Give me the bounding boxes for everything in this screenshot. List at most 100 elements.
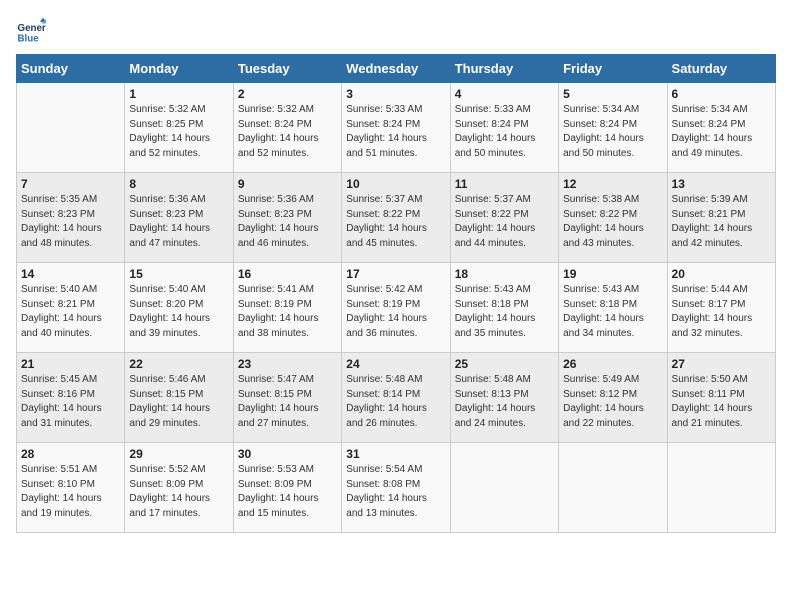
day-number: 11 [455, 177, 554, 191]
day-info: Sunrise: 5:36 AM Sunset: 8:23 PM Dayligh… [238, 193, 337, 251]
day-info: Sunrise: 5:37 AM Sunset: 8:22 PM Dayligh… [455, 193, 554, 251]
calendar-cell: 8 Sunrise: 5:36 AM Sunset: 8:23 PM Daylig… [125, 173, 233, 263]
day-info: Sunrise: 5:35 AM Sunset: 8:23 PM Dayligh… [21, 193, 120, 251]
day-info: Sunrise: 5:34 AM Sunset: 8:24 PM Dayligh… [672, 103, 771, 161]
day-info: Sunrise: 5:40 AM Sunset: 8:20 PM Dayligh… [129, 283, 228, 341]
day-number: 27 [672, 357, 771, 371]
day-info: Sunrise: 5:41 AM Sunset: 8:19 PM Dayligh… [238, 283, 337, 341]
calendar-cell: 21 Sunrise: 5:45 AM Sunset: 8:16 PM Dayli… [17, 353, 125, 443]
day-number: 6 [672, 87, 771, 101]
day-info: Sunrise: 5:47 AM Sunset: 8:15 PM Dayligh… [238, 373, 337, 431]
calendar-cell: 7 Sunrise: 5:35 AM Sunset: 8:23 PM Daylig… [17, 173, 125, 263]
day-info: Sunrise: 5:51 AM Sunset: 8:10 PM Dayligh… [21, 463, 120, 521]
calendar-cell [559, 443, 667, 533]
calendar-cell: 2Sunrise: 5:32 AM Sunset: 8:24 PM Daylig… [233, 83, 341, 173]
day-number: 19 [563, 267, 662, 281]
day-info: Sunrise: 5:50 AM Sunset: 8:11 PM Dayligh… [672, 373, 771, 431]
day-info: Sunrise: 5:46 AM Sunset: 8:15 PM Dayligh… [129, 373, 228, 431]
day-number: 5 [563, 87, 662, 101]
weekday-header: Monday [125, 55, 233, 83]
day-number: 17 [346, 267, 445, 281]
day-number: 8 [129, 177, 228, 191]
day-number: 12 [563, 177, 662, 191]
day-info: Sunrise: 5:39 AM Sunset: 8:21 PM Dayligh… [672, 193, 771, 251]
day-info: Sunrise: 5:43 AM Sunset: 8:18 PM Dayligh… [455, 283, 554, 341]
day-number: 22 [129, 357, 228, 371]
calendar-week-row: 14 Sunrise: 5:40 AM Sunset: 8:21 PM Dayli… [17, 263, 776, 353]
logo: General Blue [16, 16, 50, 46]
day-info: Sunrise: 5:48 AM Sunset: 8:13 PM Dayligh… [455, 373, 554, 431]
day-number: 20 [672, 267, 771, 281]
day-number: 31 [346, 447, 445, 461]
day-number: 23 [238, 357, 337, 371]
calendar-week-row: 28 Sunrise: 5:51 AM Sunset: 8:10 PM Dayli… [17, 443, 776, 533]
calendar-cell: 9Sunrise: 5:36 AM Sunset: 8:23 PM Daylig… [233, 173, 341, 263]
calendar-cell: 13Sunrise: 5:39 AM Sunset: 8:21 PM Dayli… [667, 173, 775, 263]
day-info: Sunrise: 5:37 AM Sunset: 8:22 PM Dayligh… [346, 193, 445, 251]
day-info: Sunrise: 5:36 AM Sunset: 8:23 PM Dayligh… [129, 193, 228, 251]
calendar-week-row: 1Sunrise: 5:32 AM Sunset: 8:25 PM Daylig… [17, 83, 776, 173]
day-info: Sunrise: 5:53 AM Sunset: 8:09 PM Dayligh… [238, 463, 337, 521]
calendar-cell: 16Sunrise: 5:41 AM Sunset: 8:19 PM Dayli… [233, 263, 341, 353]
calendar-cell: 6 Sunrise: 5:34 AM Sunset: 8:24 PM Daylig… [667, 83, 775, 173]
weekday-header: Friday [559, 55, 667, 83]
calendar-cell: 26 Sunrise: 5:49 AM Sunset: 8:12 PM Dayli… [559, 353, 667, 443]
day-info: Sunrise: 5:54 AM Sunset: 8:08 PM Dayligh… [346, 463, 445, 521]
day-info: Sunrise: 5:42 AM Sunset: 8:19 PM Dayligh… [346, 283, 445, 341]
calendar-week-row: 21 Sunrise: 5:45 AM Sunset: 8:16 PM Dayli… [17, 353, 776, 443]
day-number: 24 [346, 357, 445, 371]
svg-text:Blue: Blue [18, 34, 40, 45]
day-info: Sunrise: 5:38 AM Sunset: 8:22 PM Dayligh… [563, 193, 662, 251]
calendar-cell: 20 Sunrise: 5:44 AM Sunset: 8:17 PM Dayli… [667, 263, 775, 353]
calendar-cell [450, 443, 558, 533]
day-number: 26 [563, 357, 662, 371]
calendar-cell: 11 Sunrise: 5:37 AM Sunset: 8:22 PM Dayli… [450, 173, 558, 263]
calendar-cell: 23 Sunrise: 5:47 AM Sunset: 8:15 PM Dayli… [233, 353, 341, 443]
day-number: 10 [346, 177, 445, 191]
weekday-header: Wednesday [342, 55, 450, 83]
calendar-header: SundayMondayTuesdayWednesdayThursdayFrid… [17, 55, 776, 83]
weekday-header: Tuesday [233, 55, 341, 83]
day-info: Sunrise: 5:43 AM Sunset: 8:18 PM Dayligh… [563, 283, 662, 341]
day-info: Sunrise: 5:34 AM Sunset: 8:24 PM Dayligh… [563, 103, 662, 161]
weekday-header: Saturday [667, 55, 775, 83]
calendar-cell: 31 Sunrise: 5:54 AM Sunset: 8:08 PM Dayli… [342, 443, 450, 533]
day-number: 4 [455, 87, 554, 101]
calendar-cell: 3Sunrise: 5:33 AM Sunset: 8:24 PM Daylig… [342, 83, 450, 173]
day-number: 28 [21, 447, 120, 461]
day-number: 14 [21, 267, 120, 281]
svg-text:General: General [18, 23, 47, 34]
calendar-table: SundayMondayTuesdayWednesdayThursdayFrid… [16, 54, 776, 533]
calendar-cell: 10 Sunrise: 5:37 AM Sunset: 8:22 PM Dayli… [342, 173, 450, 263]
calendar-cell: 12 Sunrise: 5:38 AM Sunset: 8:22 PM Dayli… [559, 173, 667, 263]
calendar-cell: 29 Sunrise: 5:52 AM Sunset: 8:09 PM Dayli… [125, 443, 233, 533]
calendar-cell: 17 Sunrise: 5:42 AM Sunset: 8:19 PM Dayli… [342, 263, 450, 353]
day-number: 7 [21, 177, 120, 191]
day-info: Sunrise: 5:33 AM Sunset: 8:24 PM Dayligh… [346, 103, 445, 161]
header: General Blue [16, 16, 776, 46]
day-number: 25 [455, 357, 554, 371]
calendar-cell: 30 Sunrise: 5:53 AM Sunset: 8:09 PM Dayli… [233, 443, 341, 533]
calendar-cell: 19 Sunrise: 5:43 AM Sunset: 8:18 PM Dayli… [559, 263, 667, 353]
calendar-cell: 1Sunrise: 5:32 AM Sunset: 8:25 PM Daylig… [125, 83, 233, 173]
calendar-cell [667, 443, 775, 533]
calendar-cell: 18Sunrise: 5:43 AM Sunset: 8:18 PM Dayli… [450, 263, 558, 353]
day-number: 1 [129, 87, 228, 101]
calendar-cell: 28 Sunrise: 5:51 AM Sunset: 8:10 PM Dayli… [17, 443, 125, 533]
calendar-cell: 5 Sunrise: 5:34 AM Sunset: 8:24 PM Daylig… [559, 83, 667, 173]
day-info: Sunrise: 5:49 AM Sunset: 8:12 PM Dayligh… [563, 373, 662, 431]
day-number: 21 [21, 357, 120, 371]
day-number: 29 [129, 447, 228, 461]
day-info: Sunrise: 5:45 AM Sunset: 8:16 PM Dayligh… [21, 373, 120, 431]
day-info: Sunrise: 5:40 AM Sunset: 8:21 PM Dayligh… [21, 283, 120, 341]
calendar-cell: 25 Sunrise: 5:48 AM Sunset: 8:13 PM Dayli… [450, 353, 558, 443]
calendar-cell: 4 Sunrise: 5:33 AM Sunset: 8:24 PM Daylig… [450, 83, 558, 173]
calendar-week-row: 7 Sunrise: 5:35 AM Sunset: 8:23 PM Daylig… [17, 173, 776, 263]
day-info: Sunrise: 5:44 AM Sunset: 8:17 PM Dayligh… [672, 283, 771, 341]
day-number: 30 [238, 447, 337, 461]
day-info: Sunrise: 5:52 AM Sunset: 8:09 PM Dayligh… [129, 463, 228, 521]
day-info: Sunrise: 5:33 AM Sunset: 8:24 PM Dayligh… [455, 103, 554, 161]
calendar-cell: 15Sunrise: 5:40 AM Sunset: 8:20 PM Dayli… [125, 263, 233, 353]
calendar-cell: 27 Sunrise: 5:50 AM Sunset: 8:11 PM Dayli… [667, 353, 775, 443]
calendar-cell [17, 83, 125, 173]
